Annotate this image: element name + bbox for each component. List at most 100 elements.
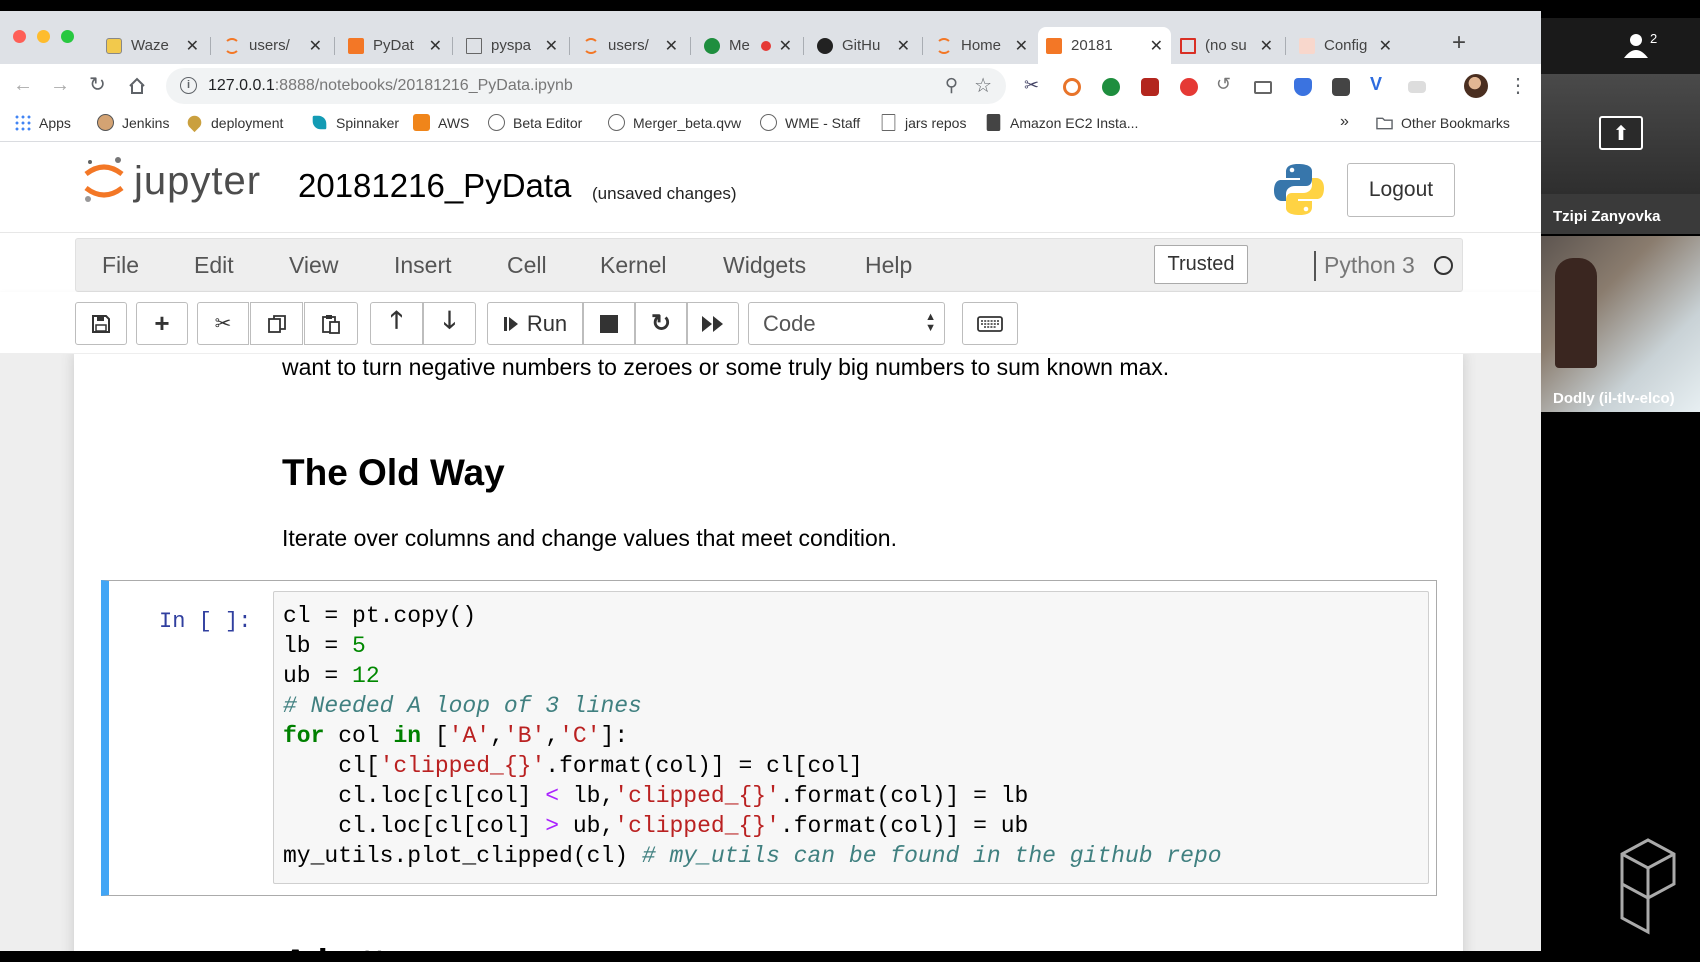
close-tab-icon[interactable]: ✕ [429, 36, 442, 56]
bookmark-item[interactable]: jars repos [880, 114, 966, 131]
paste-button[interactable] [304, 302, 358, 345]
browser-tab[interactable]: (no su ✕ [1172, 27, 1281, 64]
move-down-button[interactable]: 🡓 [423, 302, 476, 345]
zoom-icon[interactable]: ⚲ [945, 75, 958, 96]
forward-button[interactable]: → [50, 73, 70, 97]
bookmark-item[interactable]: Spinnaker [311, 114, 399, 131]
extension-icon-red[interactable] [1141, 78, 1159, 96]
bookmarks-overflow-button[interactable]: » [1340, 113, 1349, 131]
share-screen-icon[interactable]: ⬆ [1599, 116, 1643, 150]
bookmark-item[interactable]: Beta Editor [488, 114, 582, 131]
close-tab-icon[interactable]: ✕ [1260, 36, 1273, 56]
menu-help[interactable]: Help [865, 252, 912, 279]
trusted-indicator[interactable]: Trusted [1154, 245, 1248, 284]
save-icon [92, 314, 110, 333]
move-up-button[interactable]: 🡑 [370, 302, 423, 345]
browser-tab[interactable]: Config ✕ [1291, 27, 1400, 64]
code-editor[interactable]: cl = pt.copy() lb = 5 ub = 12 # Needed A… [273, 591, 1429, 884]
browser-window: Waze ✕ users/ ✕ PyDat ✕ pyspa ✕ users/ ✕ Me ✕ GitHu ✕… [0, 11, 1541, 951]
menu-file[interactable]: File [102, 252, 139, 279]
home-button[interactable] [128, 77, 146, 95]
tab-strip: Waze ✕ users/ ✕ PyDat ✕ pyspa ✕ users/ ✕ Me ✕ GitHu ✕… [0, 11, 1541, 64]
jupyter-logo-icon[interactable] [82, 154, 126, 206]
url-text[interactable]: 127.0.0.1:8888/notebooks/20181216_PyData… [208, 77, 573, 95]
bookmark-star-icon[interactable]: ☆ [974, 73, 992, 98]
close-tab-icon[interactable]: ✕ [309, 36, 322, 56]
bookmark-label: Jenkins [122, 114, 170, 131]
close-tab-icon[interactable]: ✕ [545, 36, 558, 56]
reload-button[interactable]: ↻ [89, 73, 106, 97]
save-button[interactable] [75, 302, 127, 345]
other-bookmarks-folder[interactable]: Other Bookmarks [1376, 114, 1510, 131]
browser-tab[interactable]: users/ ✕ [216, 27, 330, 64]
browser-menu-icon[interactable]: ⋮ [1508, 73, 1528, 98]
close-tab-icon[interactable]: ✕ [1150, 36, 1163, 56]
bookmark-item[interactable]: Amazon EC2 Insta... [985, 114, 1138, 131]
participant-tile[interactable]: ⬆ Tzipi Zanyovka [1541, 74, 1700, 234]
menu-widgets[interactable]: Widgets [723, 252, 806, 279]
bookmark-item[interactable]: AWS [413, 114, 469, 131]
participant-tile[interactable]: Dodly (il-tlv-elco) [1541, 236, 1700, 412]
command-palette-button[interactable] [962, 302, 1018, 345]
cube-logo-icon [1620, 838, 1676, 935]
run-button[interactable]: Run [487, 302, 583, 345]
close-tab-icon[interactable]: ✕ [1015, 36, 1028, 56]
menu-cell[interactable]: Cell [507, 252, 547, 279]
cut-extension-icon[interactable]: ✂ [1024, 75, 1042, 95]
bookmark-item[interactable]: deployment [184, 112, 283, 133]
participants-icon[interactable]: 2 [1619, 32, 1661, 60]
close-tab-icon[interactable]: ✕ [186, 36, 199, 56]
menu-edit[interactable]: Edit [194, 252, 234, 279]
profile-avatar[interactable] [1464, 74, 1488, 98]
extension-icon-orange[interactable] [1063, 78, 1081, 96]
history-extension-icon[interactable]: ↺ [1216, 74, 1234, 94]
menu-view[interactable]: View [289, 252, 338, 279]
copy-button[interactable] [250, 302, 303, 345]
restart-run-all-button[interactable] [687, 302, 739, 345]
minimize-window-button[interactable] [37, 30, 50, 43]
browser-tab[interactable]: Waze ✕ [98, 27, 207, 64]
extension-icon-dark[interactable] [1332, 78, 1350, 96]
address-bar[interactable]: i 127.0.0.1:8888/notebooks/20181216_PyDa… [166, 68, 1006, 104]
cast-icon[interactable] [1254, 81, 1272, 94]
cell-type-select[interactable]: Code ▲ ▼ [748, 302, 945, 345]
maximize-window-button[interactable] [61, 30, 74, 43]
back-button[interactable]: ← [13, 73, 33, 97]
bookmark-item[interactable]: Merger_beta.qvw [608, 114, 741, 131]
logout-button[interactable]: Logout [1347, 163, 1455, 217]
close-tab-icon[interactable]: ✕ [665, 36, 678, 56]
new-tab-button[interactable]: + [1452, 31, 1466, 55]
info-icon[interactable]: i [180, 77, 197, 94]
browser-tab[interactable]: PyDat ✕ [340, 27, 450, 64]
close-tab-icon[interactable]: ✕ [779, 36, 792, 56]
bookmark-item[interactable]: Apps [14, 114, 71, 131]
extension-icon-v[interactable]: V [1370, 74, 1388, 94]
browser-tab[interactable]: GitHu ✕ [809, 27, 918, 64]
extension-icon-green[interactable] [1102, 78, 1120, 96]
cut-button[interactable]: ✂ [197, 302, 249, 345]
restart-kernel-button[interactable]: ↻ [635, 302, 687, 345]
code-cell[interactable]: In [ ]: cl = pt.copy() lb = 5 ub = 12 # … [101, 580, 1437, 896]
notebook-toolbar: + ✂ 🡑 🡓 Run ↻ Code ▲ ▼ [0, 292, 1541, 354]
browser-tab[interactable]: Home ✕ [928, 27, 1036, 64]
jupyter-logo-text[interactable]: jupyter [134, 159, 261, 204]
browser-tab[interactable]: pyspa ✕ [458, 27, 566, 64]
browser-tab[interactable]: Me ✕ [696, 27, 800, 64]
extension-icon-stop[interactable] [1180, 78, 1198, 96]
close-tab-icon[interactable]: ✕ [1379, 36, 1392, 56]
browser-tab[interactable]: users/ ✕ [575, 27, 686, 64]
close-tab-icon[interactable]: ✕ [897, 36, 910, 56]
menu-kernel[interactable]: Kernel [600, 252, 666, 279]
interrupt-kernel-button[interactable] [583, 302, 635, 345]
kernel-name[interactable]: Python 3 [1324, 252, 1415, 279]
bookmark-item[interactable]: Jenkins [97, 114, 169, 131]
insert-cell-button[interactable]: + [136, 302, 188, 345]
browser-tab-active[interactable]: 20181 ✕ [1038, 27, 1171, 64]
fast-forward-icon [702, 315, 723, 332]
notebook-name[interactable]: 20181216_PyData [298, 167, 571, 205]
bookmark-item[interactable]: WME - Staff [760, 114, 860, 131]
extension-icon-grey[interactable] [1408, 81, 1426, 93]
close-window-button[interactable] [13, 30, 26, 43]
menu-insert[interactable]: Insert [394, 252, 452, 279]
shield-extension-icon[interactable] [1294, 78, 1312, 96]
